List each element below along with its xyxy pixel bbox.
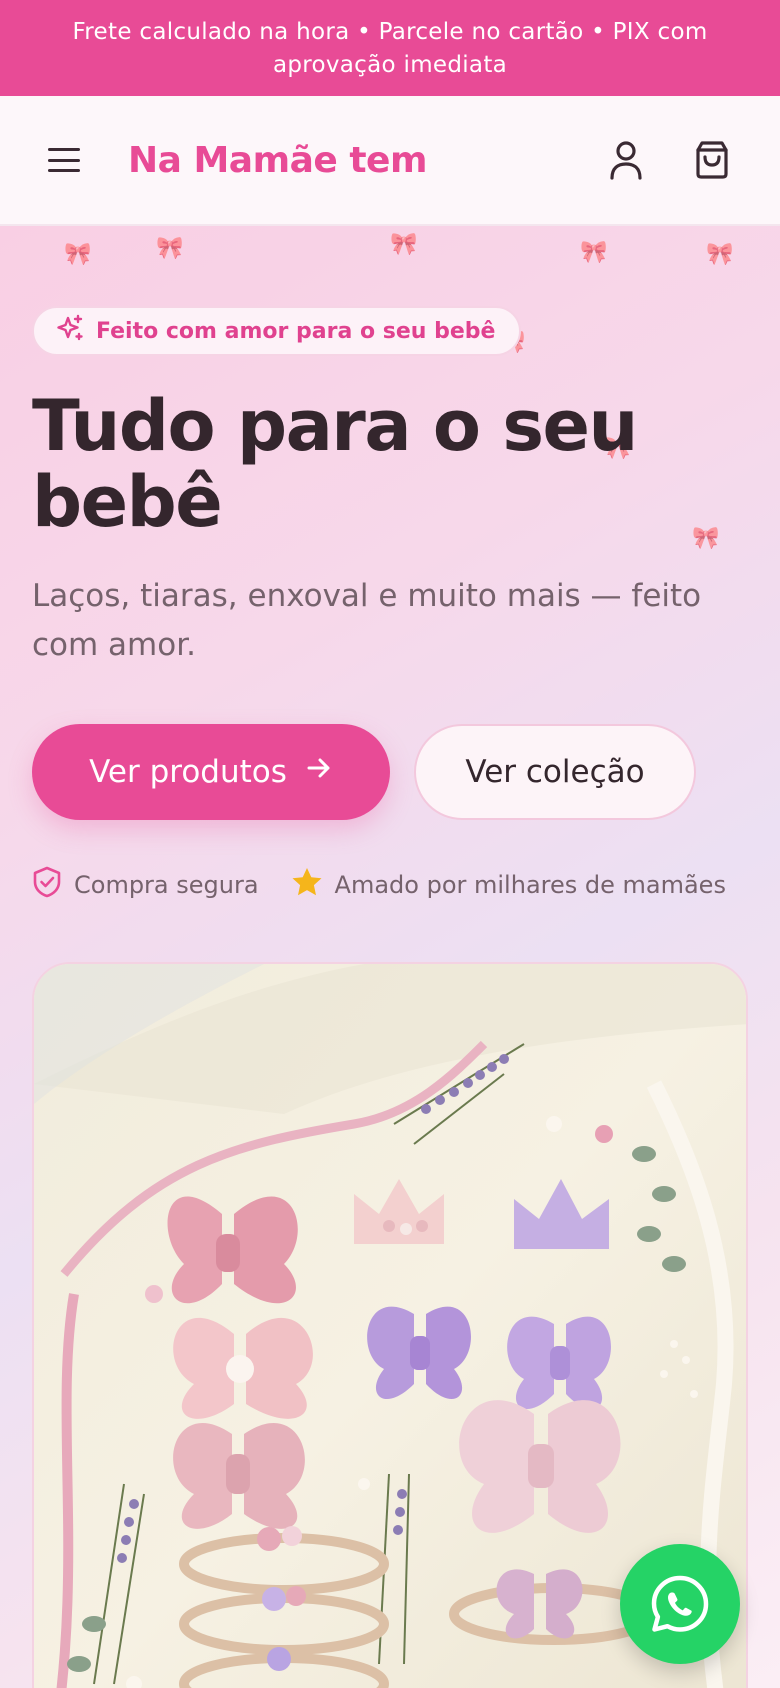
user-icon[interactable] [604,138,648,182]
announcement-text: Frete calculado na hora • Parcele no car… [72,19,708,78]
view-collection-label: Ver coleção [465,754,645,790]
menu-icon[interactable] [46,145,82,175]
hero-subtitle: Laços, tiaras, enxoval e muito mais — fe… [32,578,702,663]
view-collection-button[interactable]: Ver coleção [414,724,696,820]
bow-pattern-icon: 🎀 [390,232,418,257]
bow-pattern-icon: 🎀 [156,236,184,261]
whatsapp-icon[interactable] [620,1544,740,1664]
header-actions [604,138,734,182]
shopping-bag-icon[interactable] [690,138,734,182]
sparkles-icon [56,314,84,348]
bow-pattern-icon: 🎀 [580,240,608,265]
hero-badge: Feito com amor para o seu bebê [32,306,522,356]
announcement-bar: Frete calculado na hora • Parcele no car… [0,0,780,96]
bow-pattern-icon: 🎀 [64,242,92,267]
brand-logo[interactable]: Na Mamãe tem [128,140,427,181]
trust-item-secure: Compra segura [32,866,259,904]
trust-item-label: Amado por milhares de mamães [334,871,726,899]
view-products-button[interactable]: Ver produtos [32,724,390,820]
arrow-right-icon [305,754,333,790]
hero-title: Tudo para o seu bebê [32,385,638,543]
site-header: Na Mamãe tem [0,96,780,226]
trust-item-label: Compra segura [74,871,259,899]
bow-pattern-icon: 🎀 [706,242,734,267]
view-products-label: Ver produtos [89,754,287,790]
star-icon [291,867,323,903]
hero-badge-label: Feito com amor para o seu bebê [96,318,496,344]
hero-section: 🎀 🎀 🎀 🎀 🎀 🎀 🎀 🎀 Feito com amor para o se… [0,226,780,1688]
trust-badges: Compra segura Amado por milhares de mamã… [32,866,726,904]
trust-item-loved: Amado por milhares de mamães [291,867,726,903]
shield-check-icon [32,866,62,904]
